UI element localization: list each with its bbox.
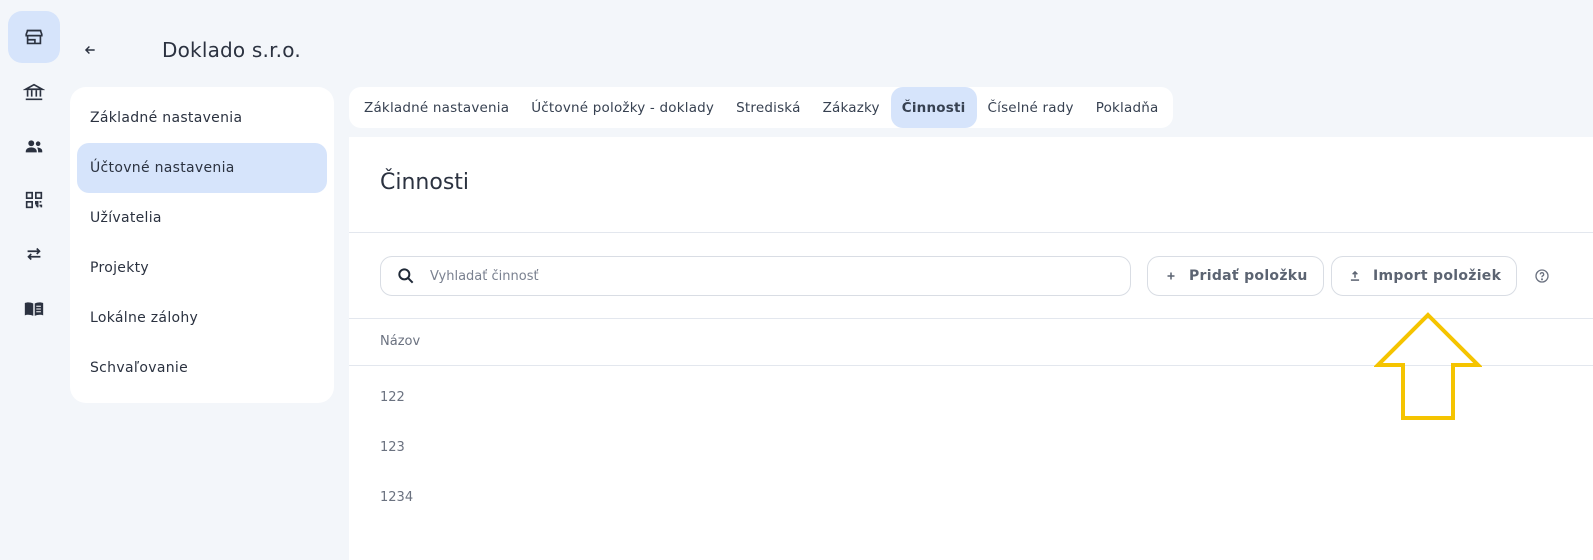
app-root: Doklado s.r.o. Základné nastavenia Účtov… [0,0,1593,560]
search-input[interactable] [430,257,1130,295]
menu-item-lokalne-zalohy[interactable]: Lokálne zálohy [77,293,327,343]
tab-strediska[interactable]: Strediská [725,87,811,128]
rail-store-button[interactable] [8,11,60,63]
users-icon [23,135,45,157]
help-icon [1534,268,1550,284]
tab-pokladna[interactable]: Pokladňa [1085,87,1170,128]
add-item-label: Pridať položku [1189,268,1308,284]
column-header-nazov[interactable]: Názov [380,334,420,349]
transfer-icon [23,243,45,265]
back-button[interactable] [80,40,100,60]
add-item-button[interactable]: Pridať položku [1147,256,1324,296]
tab-cinnosti[interactable]: Činnosti [890,87,977,128]
rail-book-button[interactable] [8,283,60,335]
title-divider [349,232,1593,233]
settings-menu: Základné nastavenia Účtovné nastavenia U… [70,87,334,403]
menu-item-projekty[interactable]: Projekty [77,243,327,293]
menu-item-uzivatelia[interactable]: Užívatelia [77,193,327,243]
import-items-button[interactable]: Import položiek [1331,256,1518,296]
search-icon [396,266,416,286]
import-items-label: Import položiek [1373,268,1502,284]
store-icon [23,26,45,48]
settings-tabs: Základné nastavenia Účtovné položky - do… [349,87,1174,128]
rail-users-button[interactable] [8,120,60,172]
menu-item-zakladne-nastavenia[interactable]: Základné nastavenia [77,93,327,143]
icon-rail [0,0,70,560]
page-title: Činnosti [380,170,470,195]
table-row[interactable]: 1234 [380,490,413,505]
annotation-arrow [1374,312,1482,420]
tab-zakazky[interactable]: Zákazky [812,87,891,128]
tab-uctovne-polozky-doklady[interactable]: Účtovné položky - doklady [520,87,725,128]
search-box [380,256,1131,296]
rail-transfer-button[interactable] [8,228,60,280]
table-row[interactable]: 122 [380,390,405,405]
book-icon [23,298,45,320]
tab-ciselne-rady[interactable]: Číselné rady [977,87,1085,128]
arrow-left-icon [83,43,97,57]
menu-item-uctovne-nastavenia[interactable]: Účtovné nastavenia [77,143,327,193]
table-row[interactable]: 123 [380,440,405,455]
bank-icon [23,81,45,103]
help-button[interactable] [1534,268,1550,284]
rail-qr-button[interactable] [8,174,60,226]
qr-code-icon [23,189,45,211]
company-title: Doklado s.r.o. [162,38,301,62]
upload-icon [1348,269,1362,283]
tab-zakladne-nastavenia[interactable]: Základné nastavenia [353,87,520,128]
menu-item-schvalovanie[interactable]: Schvaľovanie [77,343,327,393]
rail-bank-button[interactable] [8,66,60,118]
plus-icon [1164,269,1178,283]
